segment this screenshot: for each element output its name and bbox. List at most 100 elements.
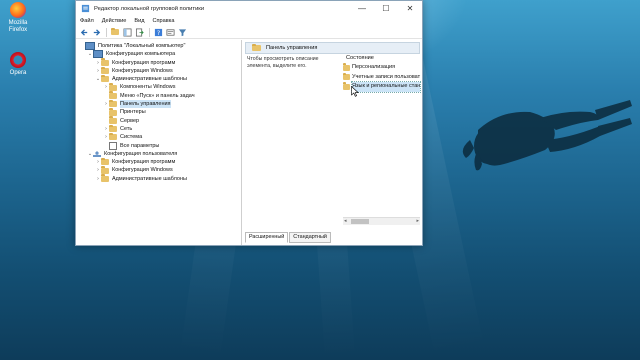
tree-item[interactable]: › Конфигурация программ	[76, 58, 241, 67]
toolbar: ?	[76, 26, 422, 39]
list-item-label: Персонализация	[352, 64, 396, 70]
menu-help[interactable]: Справка	[152, 18, 174, 24]
maximize-button[interactable]: ☐	[374, 1, 398, 16]
policy-editor-icon	[81, 4, 90, 13]
folder-icon	[343, 82, 350, 90]
folder-icon	[111, 27, 119, 35]
folder-icon	[101, 166, 109, 174]
tree-item-label: Сервер	[120, 117, 140, 124]
export-list-button[interactable]	[134, 27, 144, 37]
tree-item-label: Конфигурация Windows	[112, 167, 173, 174]
tree-item[interactable]: Все параметры	[76, 141, 241, 150]
folder-icon	[109, 99, 117, 108]
desktop-icon-label: Opera	[9, 70, 27, 76]
folder-icon	[101, 174, 109, 182]
description-text: Чтобы просмотреть описание элемента, выд…	[247, 56, 319, 69]
tree-item[interactable]: Политика "Локальный компьютер"	[76, 42, 241, 51]
toolbar-separator	[149, 27, 150, 37]
tree-item[interactable]: › Сеть	[76, 124, 241, 133]
tree-item-label: Система	[120, 134, 143, 141]
tree-item[interactable]: › Конфигурация Windows	[76, 66, 241, 75]
tree-item[interactable]: ⌄ Административные шаблоны	[76, 74, 241, 83]
firefox-desktop-icon[interactable]: Mozilla Firefox	[4, 2, 32, 34]
folder-icon	[343, 72, 350, 81]
opera-icon	[10, 52, 26, 68]
user-icon	[93, 151, 101, 157]
tree-item[interactable]: › Панель управления	[76, 99, 241, 109]
filter-button[interactable]	[177, 27, 187, 37]
list-item[interactable]: Учетные записи пользоват	[343, 72, 422, 83]
tree-item[interactable]: Меню «Пуск» и панель задач	[76, 91, 241, 100]
tree-item-label: Конфигурация программ	[112, 159, 176, 166]
export-icon	[135, 28, 144, 36]
mouse-cursor-icon	[351, 86, 359, 97]
tree-item-label: Принтеры	[120, 109, 146, 116]
computer-icon	[93, 50, 103, 59]
back-button[interactable]	[79, 27, 89, 37]
menu-view[interactable]: Вид	[134, 18, 144, 24]
title-bar[interactable]: Редактор локальной групповой политики — …	[76, 1, 422, 16]
scroll-left-icon[interactable]: ◂	[344, 218, 347, 225]
navigation-tree: Политика "Локальный компьютер" ⌄ Конфигура…	[76, 40, 242, 245]
tree-item[interactable]: ⌄ Конфигурация пользователя	[76, 150, 241, 158]
show-hide-tree-button[interactable]	[122, 27, 132, 37]
view-tabs: Расширенный Стандартный	[245, 232, 332, 243]
tree-item-label: Панель управления	[120, 100, 171, 109]
tree-item-label: Конфигурация компьютера	[106, 51, 176, 58]
tree-item-label: Конфигурация программ	[112, 59, 176, 66]
scroll-right-icon[interactable]: ▸	[416, 218, 419, 225]
forward-button[interactable]	[91, 27, 101, 37]
gpedit-window: Редактор локальной групповой политики — …	[75, 0, 423, 246]
tree-item-label: Меню «Пуск» и панель задач	[120, 92, 195, 99]
tree-item-label: Компоненты Windows	[120, 84, 176, 91]
tree-item-label: Сеть	[120, 125, 133, 132]
content-area: Политика "Локальный компьютер" ⌄ Конфигура…	[76, 40, 422, 245]
toolbar-separator	[106, 27, 107, 37]
settings-list-icon	[109, 141, 117, 150]
tab-standard[interactable]: Стандартный	[289, 232, 331, 243]
panel-icon	[123, 28, 131, 36]
horizontal-scrollbar[interactable]: ◂ ▸	[343, 217, 420, 225]
details-header-title: Панель управления	[266, 45, 318, 51]
opera-desktop-icon[interactable]: Opera	[4, 52, 32, 77]
column-header-state[interactable]: Состояние	[343, 54, 422, 63]
help-button[interactable]: ?	[153, 27, 163, 37]
details-header: Панель управления	[245, 42, 420, 54]
minimize-button[interactable]: —	[350, 1, 374, 16]
tree-item[interactable]: › Компоненты Windows	[76, 83, 241, 91]
folder-icon	[343, 63, 350, 71]
folder-icon	[109, 116, 117, 124]
list-item-label: Учетные записи пользоват	[352, 73, 421, 80]
firefox-icon	[10, 2, 26, 18]
list-item[interactable]: Персонализация	[343, 63, 422, 73]
menu-action[interactable]: Действие	[102, 18, 127, 24]
window-title: Редактор локальной групповой политики	[94, 5, 205, 12]
close-button[interactable]: ✕	[398, 1, 422, 16]
up-folder-button[interactable]	[110, 27, 120, 37]
properties-button[interactable]	[165, 27, 175, 37]
computer-policy-icon	[85, 42, 95, 51]
svg-text:?: ?	[156, 30, 159, 37]
folder-icon	[101, 157, 109, 166]
tab-extended[interactable]: Расширенный	[245, 232, 289, 243]
tree-item[interactable]: Принтеры	[76, 108, 241, 116]
folder-icon	[101, 74, 109, 83]
folder-icon	[101, 66, 109, 75]
forward-arrow-icon	[93, 28, 100, 36]
menu-bar: Файл Действие Вид Справка	[76, 16, 422, 26]
tree-item[interactable]: › Система	[76, 132, 241, 141]
desktop-icon-label: Mozilla Firefox	[8, 20, 28, 33]
tree-item[interactable]: › Административные шаблоны	[76, 174, 241, 183]
folder-icon	[109, 91, 117, 99]
folder-icon	[109, 132, 117, 141]
list-item-label: Язык и региональные стан	[350, 81, 422, 93]
help-icon: ?	[154, 28, 162, 37]
tree-item-label: Политика "Локальный компьютер"	[98, 43, 186, 49]
settings-list: Состояние Персонализация Учетные записи п…	[343, 54, 422, 224]
tree-item-label: Административные шаблоны	[112, 175, 187, 182]
folder-icon	[252, 43, 261, 51]
menu-file[interactable]: Файл	[80, 18, 94, 24]
tree-item-label: Все параметры	[120, 142, 160, 149]
scrollbar-thumb[interactable]	[351, 219, 369, 224]
tree-item[interactable]: Сервер	[76, 116, 241, 125]
